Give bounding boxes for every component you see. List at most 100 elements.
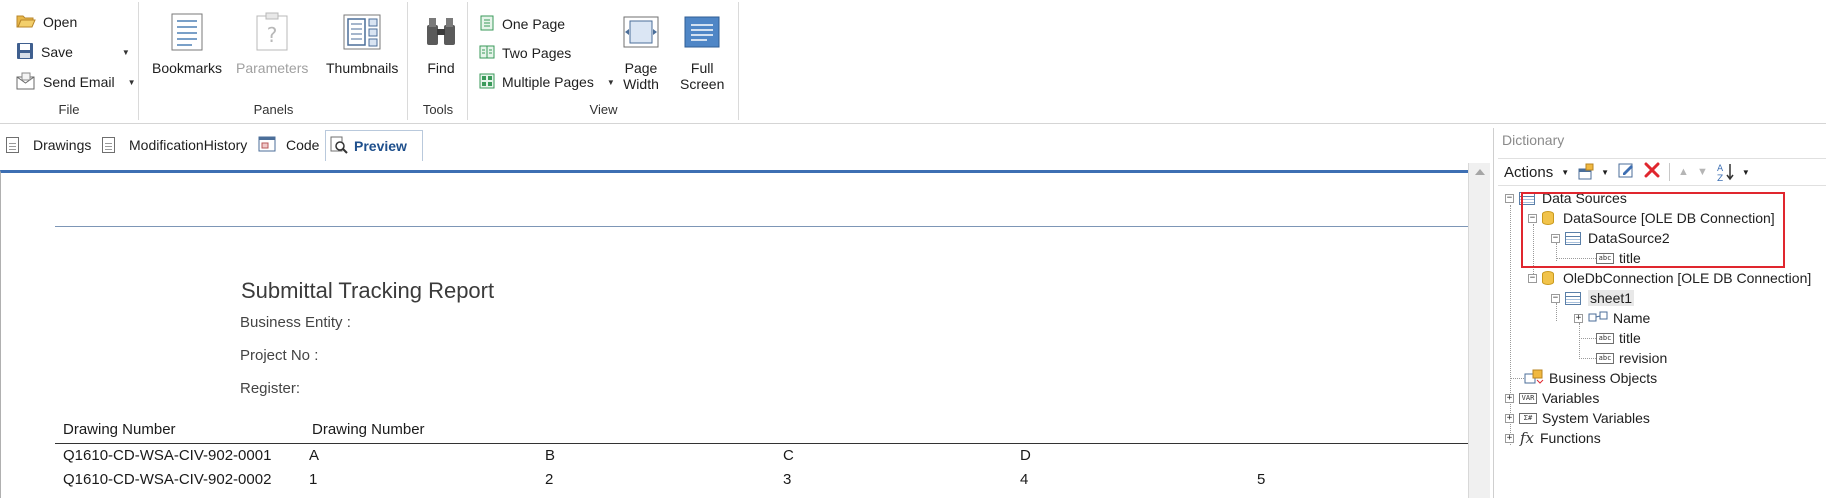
project-no-label: Project No : — [240, 347, 319, 364]
system-variables-icon: Σ# — [1519, 412, 1537, 424]
sort-az-icon[interactable]: AZ ▼ — [1716, 162, 1750, 182]
collapse-icon[interactable]: − — [1551, 293, 1560, 303]
tree-item-name[interactable]: + Name — [1574, 308, 1650, 328]
folder-open-icon — [16, 13, 36, 32]
binoculars-icon — [421, 10, 461, 54]
magnifier-document-icon — [330, 136, 348, 157]
tab-preview[interactable]: Preview — [325, 130, 423, 161]
cell-rev: C — [783, 447, 794, 464]
chevron-down-icon[interactable]: ▼ — [128, 78, 136, 87]
page-width-icon — [621, 10, 661, 54]
delete-icon[interactable] — [1643, 161, 1661, 183]
tree-item-system-variables[interactable]: + Σ# System Variables — [1505, 408, 1650, 428]
expand-icon[interactable]: + — [1505, 433, 1514, 443]
dictionary-title: Dictionary — [1502, 132, 1565, 148]
tree-line — [1579, 338, 1596, 339]
preview-vertical-scrollbar[interactable] — [1468, 163, 1490, 498]
table-icon — [1565, 291, 1581, 305]
collapse-icon[interactable]: − — [1528, 273, 1537, 283]
group-label-panels: Panels — [253, 102, 294, 117]
code-window-icon — [258, 136, 276, 155]
cell-rev: 2 — [545, 471, 554, 488]
page-width-label-1: Page — [624, 60, 658, 76]
cell-rev: 5 — [1257, 471, 1266, 488]
one-page-button[interactable]: One Page — [479, 12, 565, 36]
tab-modification-history[interactable]: ModificationHistory — [98, 130, 251, 160]
full-screen-label-2: Screen — [680, 76, 725, 92]
move-down-icon[interactable]: ▼ — [1697, 166, 1708, 178]
tree-label: Functions — [1540, 430, 1601, 446]
scroll-up-arrow-icon[interactable] — [1475, 169, 1485, 175]
tree-line — [1579, 358, 1596, 359]
edit-icon[interactable] — [1617, 161, 1635, 183]
tree-item-oledbconnection[interactable]: − OleDbConnection [OLE DB Connection] — [1528, 268, 1811, 288]
full-screen-button[interactable]: Full Screen — [680, 10, 724, 92]
bookmarks-label: Bookmarks — [152, 60, 223, 76]
multiple-pages-button[interactable]: Multiple Pages ▼ — [479, 70, 615, 94]
tree-label: System Variables — [1542, 410, 1650, 426]
chevron-down-icon: ▼ — [1561, 167, 1570, 177]
open-button[interactable]: Open — [16, 10, 77, 34]
two-pages-button[interactable]: Two Pages — [479, 41, 571, 65]
expand-icon[interactable]: + — [1505, 413, 1514, 423]
tree-label: Business Objects — [1549, 370, 1658, 386]
expand-icon[interactable]: + — [1505, 393, 1514, 403]
bookmarks-button[interactable]: Bookmarks — [152, 10, 222, 76]
tree-item-business-objects[interactable]: Business Objects — [1524, 368, 1657, 388]
cell-drawing-number: Q1610-CD-WSA-CIV-902-0001 — [63, 447, 272, 464]
business-entity-label: Business Entity : — [240, 314, 351, 331]
thumbnails-label: Thumbnails — [326, 60, 399, 76]
svg-text:?: ? — [267, 23, 278, 47]
parameters-icon: ? — [252, 10, 292, 54]
tree-label: sheet1 — [1588, 290, 1635, 306]
one-page-label: One Page — [502, 16, 566, 32]
parameters-button[interactable]: ? Parameters — [236, 10, 308, 76]
cell-rev: B — [545, 447, 556, 464]
multiple-pages-icon — [479, 73, 495, 92]
tab-label: Drawings — [33, 137, 92, 153]
group-label-tools: Tools — [422, 102, 454, 117]
actions-label: Actions — [1504, 163, 1554, 181]
new-item-icon[interactable]: ▼ — [1577, 163, 1609, 181]
tab-drawings[interactable]: Drawings — [2, 130, 95, 160]
find-button[interactable]: Find — [421, 10, 461, 76]
variables-icon: VAR — [1519, 392, 1537, 404]
tab-label: ModificationHistory — [129, 137, 248, 153]
chevron-down-icon[interactable]: ▼ — [122, 48, 130, 57]
chevron-down-icon[interactable]: ▼ — [607, 78, 615, 87]
save-button[interactable]: Save ▼ — [16, 40, 130, 64]
tab-label: Code — [286, 137, 320, 153]
send-email-button[interactable]: Send Email ▼ — [16, 70, 136, 94]
report-preview: Submittal Tracking Report Business Entit… — [0, 170, 1468, 498]
expand-icon[interactable]: + — [1574, 313, 1583, 323]
register-label: Register: — [240, 380, 301, 397]
thumbnails-button[interactable]: Thumbnails — [326, 10, 398, 76]
group-label-view: View — [589, 102, 618, 117]
document-icon — [6, 137, 19, 153]
tree-item-variables[interactable]: + VAR Variables — [1505, 388, 1599, 408]
actions-menu[interactable]: Actions ▼ — [1504, 164, 1569, 181]
find-label: Find — [427, 60, 455, 76]
function-icon: fx — [1519, 429, 1534, 447]
page-width-button[interactable]: Page Width — [621, 10, 661, 92]
tree-line — [1579, 323, 1580, 359]
tab-code[interactable]: Code — [254, 130, 323, 160]
database-icon — [1542, 271, 1554, 285]
tree-item-functions[interactable]: + fx Functions — [1505, 428, 1601, 448]
cell-rev: 4 — [1020, 471, 1029, 488]
string-column-icon: abc — [1596, 332, 1614, 344]
business-objects-icon — [1524, 369, 1544, 388]
ribbon-group-panels: Bookmarks ? Parameters Thumbnails Panels — [140, 2, 408, 120]
tree-item-revision[interactable]: abc revision — [1596, 348, 1667, 368]
ribbon-group-file: Open Save ▼ Send Email ▼ File — [0, 2, 139, 120]
tree-item-title[interactable]: abc title — [1596, 328, 1641, 348]
tree-label: revision — [1619, 350, 1668, 366]
document-tabs: Drawings ModificationHistory Code Previe… — [0, 130, 1490, 161]
collapse-icon[interactable]: − — [1505, 193, 1514, 203]
tree-item-sheet1[interactable]: − sheet1 — [1551, 288, 1635, 308]
ribbon-group-view: One Page Two Pages Multiple Pages ▼ Page… — [469, 2, 739, 120]
dictionary-toolbar: Actions ▼ ▼ ▲ ▼ AZ ▼ — [1498, 158, 1826, 186]
report-title: Submittal Tracking Report — [241, 278, 495, 303]
move-up-icon[interactable]: ▲ — [1678, 166, 1689, 178]
floppy-disk-icon — [16, 42, 34, 63]
